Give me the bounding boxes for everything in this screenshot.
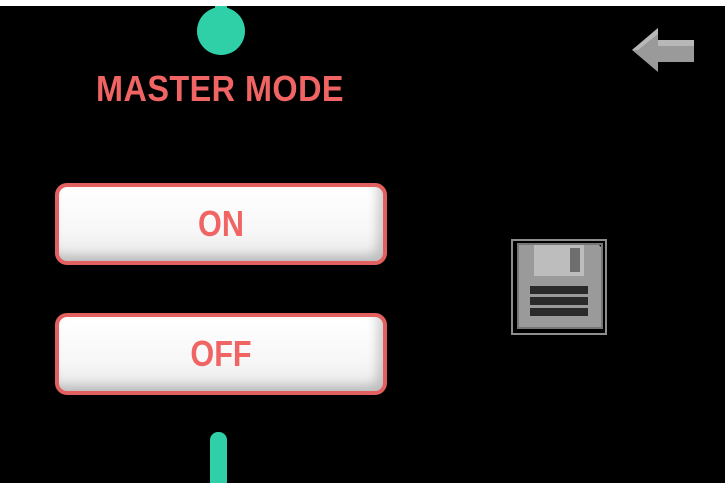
back-button[interactable] (628, 24, 698, 76)
bottom-accent-bar (210, 432, 227, 483)
page-title: MASTER MODE (96, 68, 344, 109)
floppy-disk-save-icon (511, 239, 607, 335)
top-accent-dot (197, 7, 245, 55)
off-button-label: OFF (190, 333, 252, 374)
on-button-label: ON (198, 203, 244, 244)
master-mode-screen: MASTER MODE ON OFF (0, 6, 725, 483)
off-button[interactable]: OFF (55, 313, 387, 395)
save-button[interactable] (510, 238, 608, 336)
back-arrow-icon (632, 28, 694, 72)
on-button[interactable]: ON (55, 183, 387, 265)
